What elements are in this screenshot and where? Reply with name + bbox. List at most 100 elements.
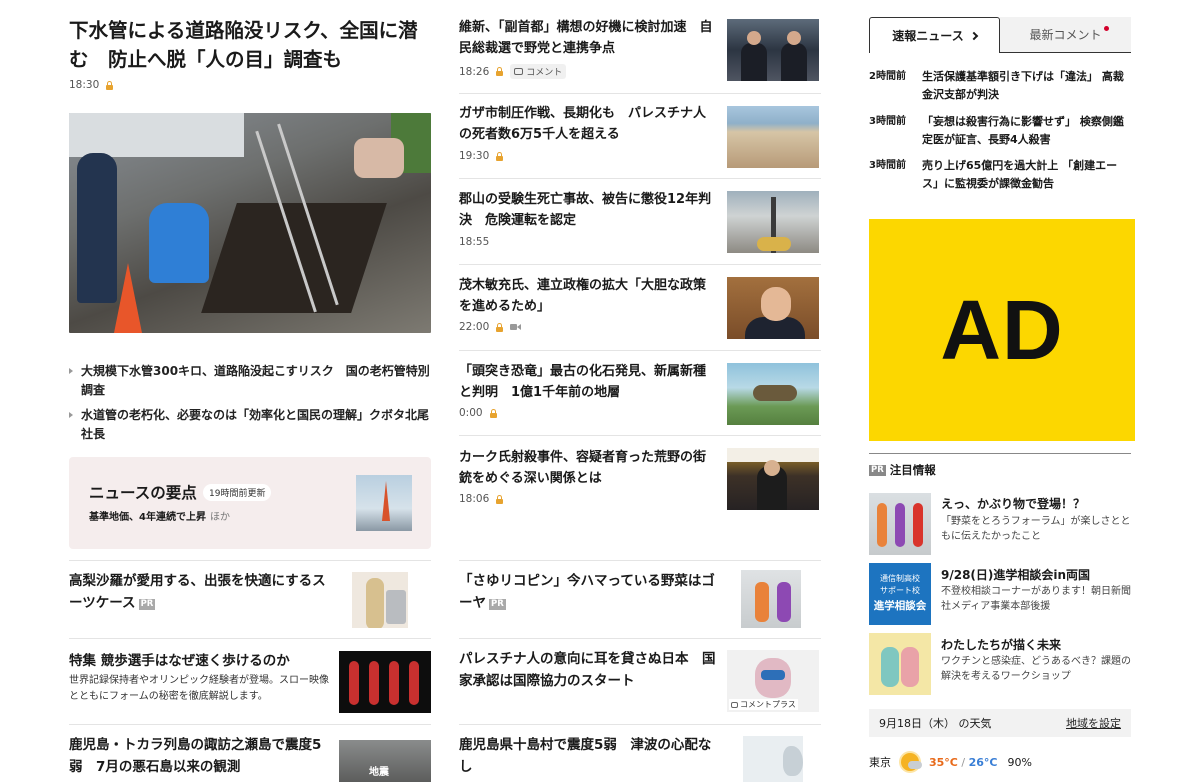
weather-low: 26°C (968, 755, 998, 769)
mid-item-title[interactable]: 茂木敏充氏、連立政権の拡大「大胆な政策を進めるため」 (459, 275, 717, 317)
partly-sunny-icon (901, 753, 922, 771)
comment-icon (731, 701, 738, 708)
story-racewalk-thumb[interactable] (339, 651, 431, 713)
weather-temps: 35°C / 26°C (929, 756, 998, 769)
runner-shape (349, 661, 359, 705)
top-story-title[interactable]: 下水管による道路陥没リスク、全国に潜む 防止へ脱「人の目」調査も (69, 16, 431, 74)
hero-cone (114, 263, 142, 333)
thumb-flowers (757, 237, 791, 251)
divider (459, 560, 821, 561)
story-toshima-title[interactable]: 鹿児島県十島村で震度5弱 津波の心配なし (459, 734, 721, 778)
mid-item-time: 0:00 (459, 407, 483, 419)
divider (459, 264, 821, 265)
mid-item-title[interactable]: 「頭突き恐竜」最古の化石発見、新属新種と判明 1億1千年前の地層 (459, 361, 717, 403)
tab-latest-comments[interactable]: 最新コメント (1000, 17, 1131, 53)
mid-item-thumb[interactable] (727, 363, 819, 425)
pr-item-title[interactable]: えっ、かぶり物で登場！？ (941, 495, 1085, 512)
tab-breaking-label: 速報ニュース (892, 29, 964, 43)
lock-icon (105, 80, 114, 90)
weather-row[interactable]: 東京 35°C / 26°C 90% (869, 753, 1131, 771)
temp-separator: / (961, 755, 966, 769)
summary-more: ほか (209, 512, 230, 523)
breaking-text: 売り上げ65億円を過大計上 「創建エース」に監視委が課徴金勧告 (922, 159, 1118, 190)
mid-item-thumb[interactable] (727, 277, 819, 339)
breaking-list-fade (869, 204, 1131, 216)
mid-item-thumb[interactable] (727, 19, 819, 81)
thumb-mask (761, 670, 785, 680)
hero-truck (69, 113, 244, 157)
comment-icon (514, 68, 524, 75)
mid-item-meta: 0:00 (459, 407, 498, 419)
news-summary-card[interactable]: ニュースの要点 19時間前更新 基準地価、4年連続で上昇 ほか (69, 457, 431, 549)
runner-shape (369, 661, 379, 705)
lock-icon (495, 322, 504, 332)
thumb-figure (913, 503, 923, 547)
breaking-item[interactable]: 3時間前 売り上げ65億円を過大計上 「創建エース」に監視委が課徴金勧告 (869, 157, 1131, 193)
pr-item-desc: 「野菜をとろうフォーラム」が楽しさとともに伝えたかったこと (941, 516, 1131, 542)
lock-icon (495, 67, 504, 76)
thumb-head (787, 31, 801, 45)
mid-item-title[interactable]: 郡山の受験生死亡事故、被告に懲役12年判決 危険運転を認定 (459, 189, 717, 231)
divider (459, 350, 821, 351)
weather-rain: 90% (1007, 755, 1032, 769)
mid-item-thumb[interactable] (727, 191, 819, 253)
related-link-1[interactable]: 大規模下水管300キロ、道路陥没起こすリスク 国の老朽管特別調査 (69, 362, 431, 400)
thumb-figure (777, 582, 791, 622)
mid-item-meta: 18:26 コメント (459, 64, 567, 79)
story-suitcase-text: 高梨沙羅が愛用する、出張を快適にするスーツケース (69, 573, 326, 611)
mid-item-title[interactable]: ガザ市制圧作戦、長期化も パレスチナ人の死者数6万5千人を超える (459, 103, 717, 145)
thumb-head (747, 31, 761, 45)
quake-label: 地震 (369, 767, 389, 778)
pr-item-title[interactable]: 9/28(日)進学相談会in両国 (941, 566, 1090, 583)
divider (459, 178, 821, 179)
story-goya-thumb[interactable] (741, 570, 801, 628)
comment-chip[interactable]: コメント (510, 64, 567, 79)
mid-item-title[interactable]: 維新、「副首都」構想の好機に検討加速 自民総裁選で野党と連携争点 (459, 17, 717, 59)
mid-item-meta: 19:30 (459, 150, 504, 162)
thumb-person (781, 43, 807, 81)
story-quake-title[interactable]: 鹿児島・トカラ列島の諏訪之瀬島で震度5弱 7月の悪石島以来の観測 (69, 734, 331, 778)
set-region-link[interactable]: 地域を設定 (1066, 715, 1121, 731)
thumb-person (366, 578, 384, 628)
news-tabs: 速報ニュース 最新コメント (869, 17, 1131, 53)
lock-icon (489, 408, 498, 418)
pr-badge: PR (489, 599, 506, 610)
breaking-item[interactable]: 3時間前 「妄想は殺害行為に影響せず」 検察側鑑定医が証言、長野4人殺害 (869, 113, 1131, 149)
story-palestine-thumb[interactable]: コメントプラス (727, 650, 819, 712)
story-suitcase-thumb[interactable] (352, 572, 408, 628)
top-story-image[interactable] (69, 113, 431, 333)
pr-item-thumb[interactable] (869, 493, 931, 555)
pr-badge: PR (138, 599, 156, 610)
breaking-time: 3時間前 (869, 116, 906, 127)
divider (459, 638, 821, 639)
video-icon (510, 323, 522, 331)
breaking-item[interactable]: 2時間前 生活保護基準額引き下げは「違法」 高裁金沢支部が判決 (869, 68, 1131, 104)
thumb-dino (753, 385, 797, 401)
thumb-figure (895, 503, 905, 547)
mid-item-title[interactable]: カーク氏射殺事件、容疑者育った荒野の街 銃をめぐる深い関係とは (459, 447, 719, 489)
story-racewalk-title[interactable]: 特集 競歩選手はなぜ速く歩けるのか (69, 650, 331, 672)
story-quake-thumb[interactable]: 地震 (339, 740, 431, 782)
story-palestine-title[interactable]: パレスチナ人の意向に耳を貸さぬ日本 国家承認は国際協力のスタート (459, 648, 721, 692)
related-link-2[interactable]: 水道管の老朽化、必要なのは「効率化と国民の理解」クボタ北尾社長 (69, 406, 431, 444)
story-goya-title[interactable]: 「さゆリコピン」今ハマっている野菜はゴーヤ PR (459, 570, 721, 614)
pr-item-thumb[interactable] (869, 633, 931, 695)
thumb-person (741, 43, 767, 81)
thumb-land (783, 746, 803, 776)
summary-thumb (356, 475, 412, 531)
story-suitcase-title[interactable]: 高梨沙羅が愛用する、出張を快適にするスーツケース PR (69, 570, 331, 614)
breaking-text: 「妄想は殺害行為に影響せず」 検察側鑑定医が証言、長野4人殺害 (922, 115, 1124, 146)
pr-item-desc: 不登校相談コーナーがあります！朝日新聞社メディア事業本部後援 (941, 586, 1131, 612)
tower-shape (382, 481, 390, 521)
summary-title: ニュースの要点 (89, 484, 197, 502)
mid-item-thumb[interactable] (727, 448, 819, 510)
pr-section-header: PR 注目情報 (869, 462, 936, 478)
pr-item-thumb[interactable]: 通信制高校 サポート校 進学相談会 (869, 563, 931, 625)
tab-breaking-news[interactable]: 速報ニュース (869, 17, 1000, 53)
breaking-time: 3時間前 (869, 160, 906, 171)
mid-item-thumb[interactable] (727, 106, 819, 168)
ad-banner[interactable]: AD (869, 219, 1135, 441)
divider (69, 560, 431, 561)
story-toshima-thumb[interactable] (743, 736, 803, 782)
pr-item-title[interactable]: わたしたちが描く未来 (941, 636, 1061, 653)
